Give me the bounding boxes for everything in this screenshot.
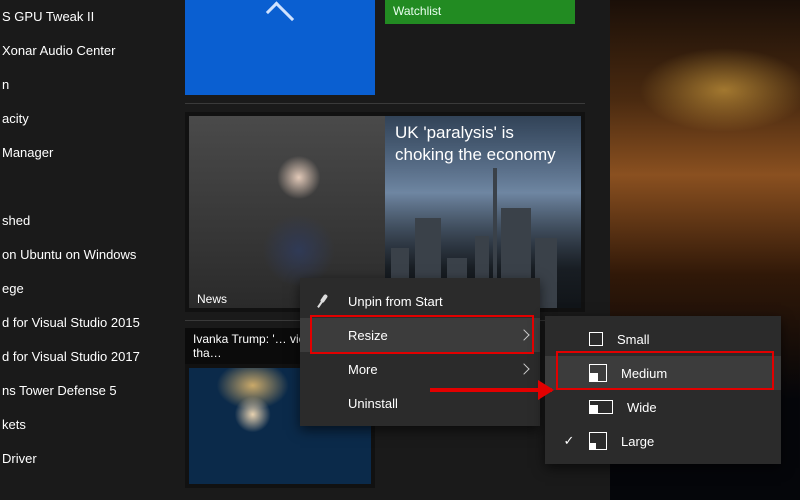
app-list-item[interactable]: d for Visual Studio 2015: [0, 306, 175, 340]
size-medium-icon: [589, 364, 607, 382]
app-list-item[interactable]: Driver: [0, 442, 175, 476]
context-resize[interactable]: Resize: [300, 318, 540, 352]
app-list: S GPU Tweak II Xonar Audio Center n acit…: [0, 0, 175, 500]
context-unpin-label: Unpin from Start: [348, 294, 443, 309]
resize-wide[interactable]: Wide: [545, 390, 781, 424]
context-uninstall[interactable]: Uninstall: [300, 386, 540, 420]
resize-medium-label: Medium: [621, 366, 667, 381]
app-list-item[interactable]: ns Tower Defense 5: [0, 374, 175, 408]
context-more-label: More: [348, 362, 378, 377]
tile-weather[interactable]: [185, 0, 375, 95]
app-list-item[interactable]: ege: [0, 272, 175, 306]
resize-large-label: Large: [621, 434, 654, 449]
news-tile-label: News: [197, 292, 227, 306]
check-icon: ✓: [559, 433, 579, 449]
app-list-item[interactable]: Manager: [0, 136, 175, 170]
tile-watchlist[interactable]: Watchlist: [385, 0, 575, 24]
app-list-item[interactable]: Xonar Audio Center: [0, 34, 175, 68]
size-large-icon: [589, 432, 607, 450]
app-list-item[interactable]: [0, 170, 175, 204]
context-uninstall-label: Uninstall: [348, 396, 398, 411]
app-list-item[interactable]: shed: [0, 204, 175, 238]
resize-submenu: Small Medium Wide ✓ Large: [545, 316, 781, 464]
news-headline: UK 'paralysis' is choking the economy: [395, 122, 571, 166]
size-small-icon: [589, 332, 603, 346]
tile-watchlist-label: Watchlist: [393, 4, 441, 18]
app-list-item[interactable]: d for Visual Studio 2017: [0, 340, 175, 374]
app-list-item[interactable]: S GPU Tweak II: [0, 0, 175, 34]
app-list-item[interactable]: on Ubuntu on Windows: [0, 238, 175, 272]
chevron-right-icon: [518, 363, 529, 374]
resize-wide-label: Wide: [627, 400, 657, 415]
chevron-up-icon: [266, 1, 294, 29]
unpin-icon: [314, 291, 334, 311]
app-list-item[interactable]: kets: [0, 408, 175, 442]
app-list-item[interactable]: n: [0, 68, 175, 102]
app-list-item[interactable]: acity: [0, 102, 175, 136]
chevron-right-icon: [518, 329, 529, 340]
resize-large[interactable]: ✓ Large: [545, 424, 781, 458]
tile-group-divider: [185, 103, 585, 104]
uninstall-icon: [314, 393, 334, 413]
resize-medium[interactable]: Medium: [545, 356, 781, 390]
context-more[interactable]: More: [300, 352, 540, 386]
resize-small-label: Small: [617, 332, 650, 347]
resize-small[interactable]: Small: [545, 322, 781, 356]
tile-context-menu: Unpin from Start Resize More Uninstall: [300, 278, 540, 426]
context-resize-label: Resize: [348, 328, 388, 343]
size-wide-icon: [589, 400, 613, 414]
more-icon: [314, 359, 334, 379]
context-unpin[interactable]: Unpin from Start: [300, 284, 540, 318]
resize-icon: [314, 325, 334, 345]
